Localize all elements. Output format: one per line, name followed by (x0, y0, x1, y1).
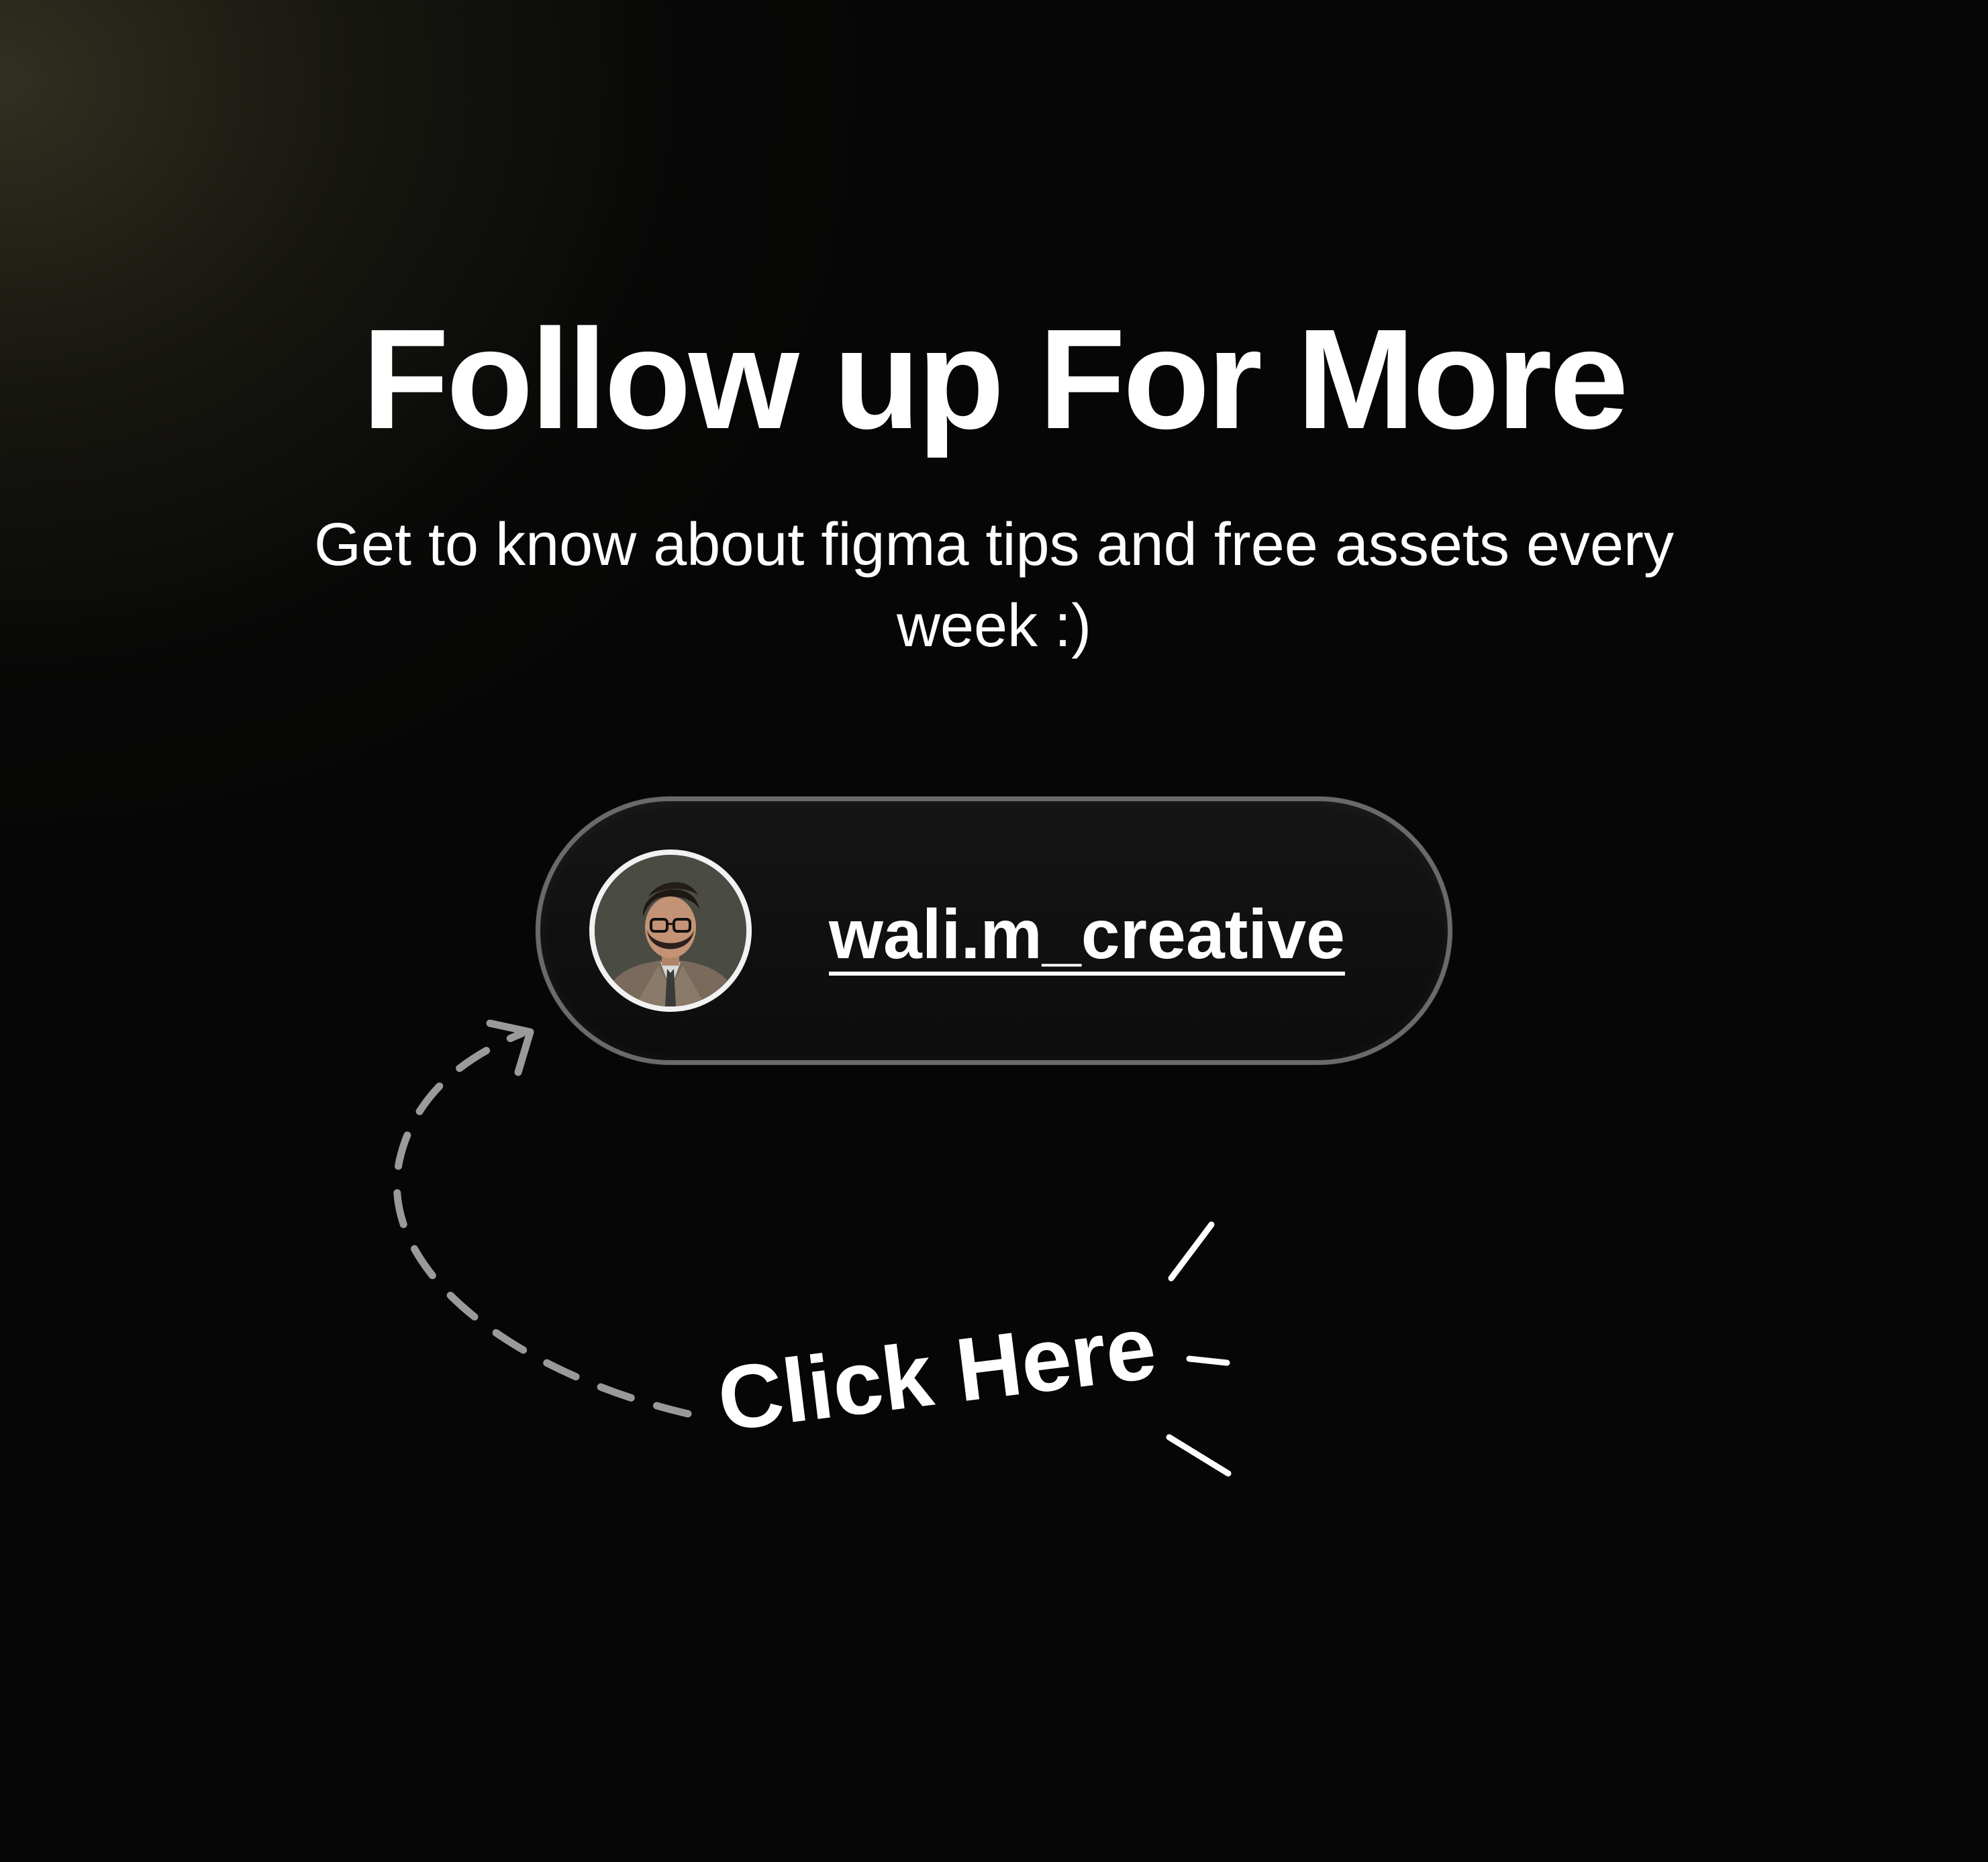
page-title: Follow up For More (362, 299, 1629, 458)
profile-link-pill[interactable]: wali.m_creative (536, 796, 1452, 1065)
page-subtitle: Get to know about figma tips and free as… (313, 511, 1675, 660)
avatar (589, 849, 752, 1012)
profile-photo-icon (595, 855, 746, 1006)
profile-username-link[interactable]: wali.m_creative (829, 895, 1345, 975)
